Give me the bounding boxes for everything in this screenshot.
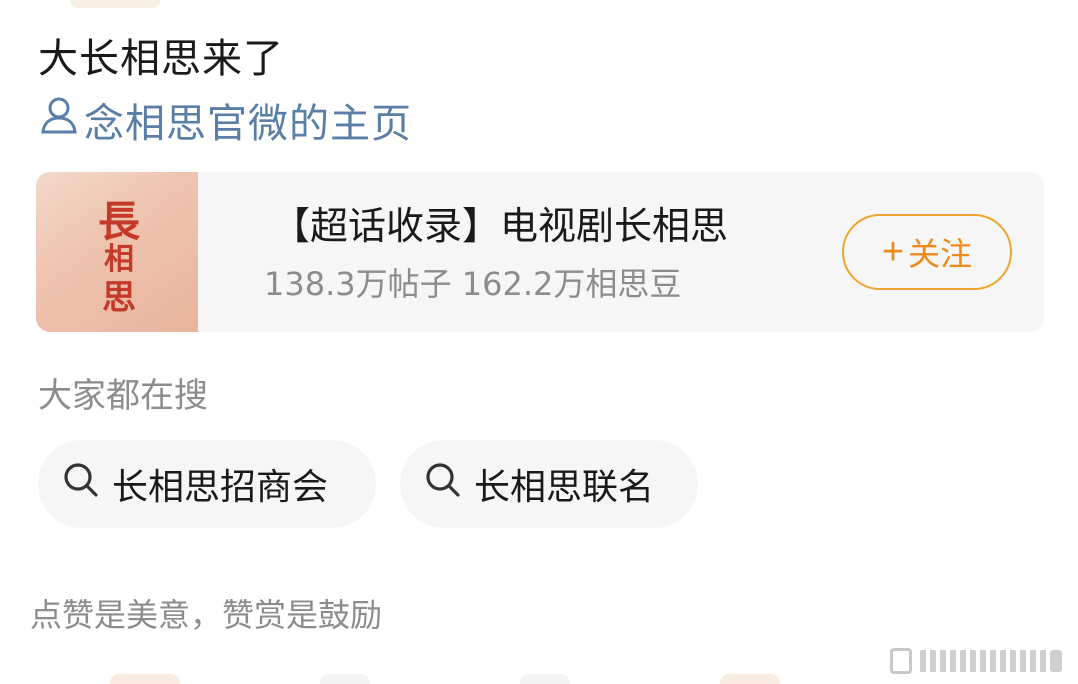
author-link-label: 念相思官微的主页 [84,101,412,147]
cropped-bottom-element [110,674,180,684]
post-text: 大长相思来了 [38,36,284,82]
search-icon [60,459,102,510]
plus-icon: + [881,231,905,273]
topic-title: 【超话收录】电视剧长相思 [272,204,729,248]
watermark-logo [890,644,1068,678]
cropped-top-element [70,0,160,8]
topic-stats: 138.3万帖子 162.2万相思豆 [264,265,682,303]
topic-cover-image: 長 相 思 [36,172,198,332]
post-detail-page: 大长相思来了 念相思官微的主页 長 相 思 【超话收录】电视剧长相思 138.3… [0,0,1078,684]
search-chip[interactable]: 长相思联名 [400,440,698,528]
follow-label: 关注 [908,236,973,272]
search-chip-label: 长相思联名 [474,467,655,508]
author-homepage-link[interactable]: 念相思官微的主页 [38,94,412,147]
watermark-bars-icon [920,650,1062,672]
cropped-bottom-element [520,674,570,684]
follow-button[interactable]: + 关注 [842,214,1012,290]
trending-search-heading: 大家都在搜 [38,376,208,416]
cover-char-3: 思 [102,278,136,318]
super-topic-card[interactable]: 長 相 思 【超话收录】电视剧长相思 138.3万帖子 162.2万相思豆 + … [36,172,1044,332]
search-chip[interactable]: 长相思招商会 [38,440,376,528]
reward-prompt-text: 点赞是美意，赞赏是鼓励 [30,596,383,634]
cropped-bottom-element [720,674,780,684]
user-icon [38,94,80,146]
search-icon [422,459,464,510]
watermark-box-icon [890,648,912,674]
cropped-bottom-element [320,674,370,684]
search-chip-label: 长相思招商会 [112,467,329,508]
